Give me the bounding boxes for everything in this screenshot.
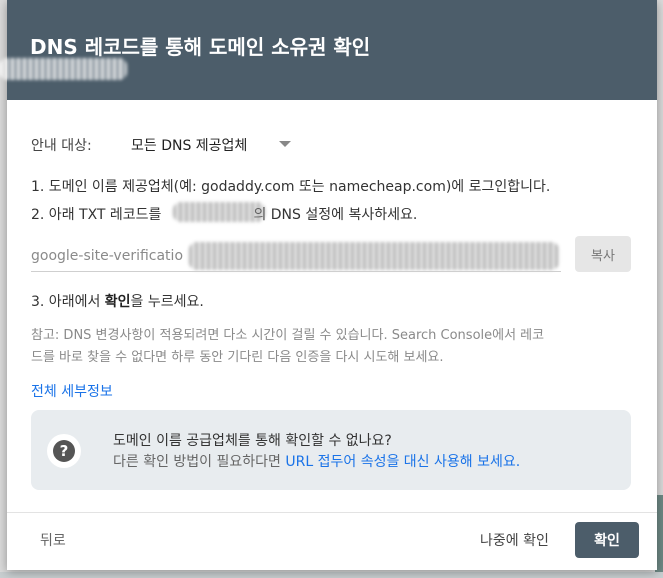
step-3-suffix: 을 누르세요. — [130, 294, 204, 310]
background-bottom-edge — [0, 572, 663, 578]
note-line-1: 참고: DNS 변경사항이 적용되려면 다소 시간이 걸릴 수 있습니다. Se… — [31, 328, 545, 343]
redacted-domain-header — [0, 58, 127, 80]
step-3-bold: 확인 — [104, 294, 131, 310]
confirm-button[interactable]: 확인 — [575, 522, 639, 558]
step-1-text: 1. 도메인 이름 제공업체(예: godaddy.com 또는 nameche… — [31, 179, 551, 195]
redacted-txt-record — [189, 242, 559, 270]
step-2-prefix: 2. 아래 TXT 레코드를 — [31, 207, 162, 223]
dns-note: 참고: DNS 변경사항이 적용되려면 다소 시간이 걸릴 수 있습니다. Se… — [31, 325, 631, 369]
dns-verification-dialog: DNS 레코드를 통해 도메인 소유권 확인 안내 대상: 모든 DNS 제공업… — [0, 0, 657, 570]
step-2-suffix: 의 DNS 설정에 복사하세요. — [253, 207, 418, 223]
footer-divider — [7, 512, 657, 513]
verify-later-button[interactable]: 나중에 확인 — [480, 530, 549, 550]
url-prefix-link[interactable]: URL 접두어 속성을 대신 사용해 보세요. — [285, 454, 520, 470]
redacted-domain-step2 — [173, 202, 265, 222]
back-button[interactable]: 뒤로 — [40, 530, 66, 550]
info-title: 도메인 이름 공급업체를 통해 확인할 수 없나요? — [113, 433, 392, 449]
provider-label: 안내 대상: — [31, 138, 92, 154]
input-underline — [31, 271, 561, 272]
note-line-2: 드를 바로 찾을 수 없다면 하루 동안 기다린 다음 인증을 다시 시도해 보… — [31, 350, 444, 365]
chevron-down-icon[interactable] — [279, 141, 291, 147]
full-details-link[interactable]: 전체 세부정보 — [31, 381, 113, 401]
txt-record-value: google-site-verificatio — [31, 248, 184, 264]
dialog-title: DNS 레코드를 통해 도메인 소유권 확인 — [30, 35, 371, 59]
question-icon: ? — [47, 434, 81, 468]
copy-button[interactable]: 복사 — [575, 236, 631, 272]
txt-record-field[interactable]: google-site-verificatio — [31, 238, 561, 272]
info-body-prefix: 다른 확인 방법이 필요하다면 — [113, 454, 286, 470]
info-body: 다른 확인 방법이 필요하다면 URL 접두어 속성을 대신 사용해 보세요. — [113, 451, 520, 471]
alternative-method-box: ? 도메인 이름 공급업체를 통해 확인할 수 없나요? 다른 확인 방법이 필… — [31, 410, 631, 490]
dialog-header: DNS 레코드를 통해 도메인 소유권 확인 — [0, 0, 657, 100]
step-3-text: 3. 아래에서 확인을 누르세요. — [31, 291, 204, 311]
step-3-prefix: 3. 아래에서 — [31, 294, 105, 310]
provider-select[interactable]: 모든 DNS 제공업체 — [131, 135, 247, 155]
